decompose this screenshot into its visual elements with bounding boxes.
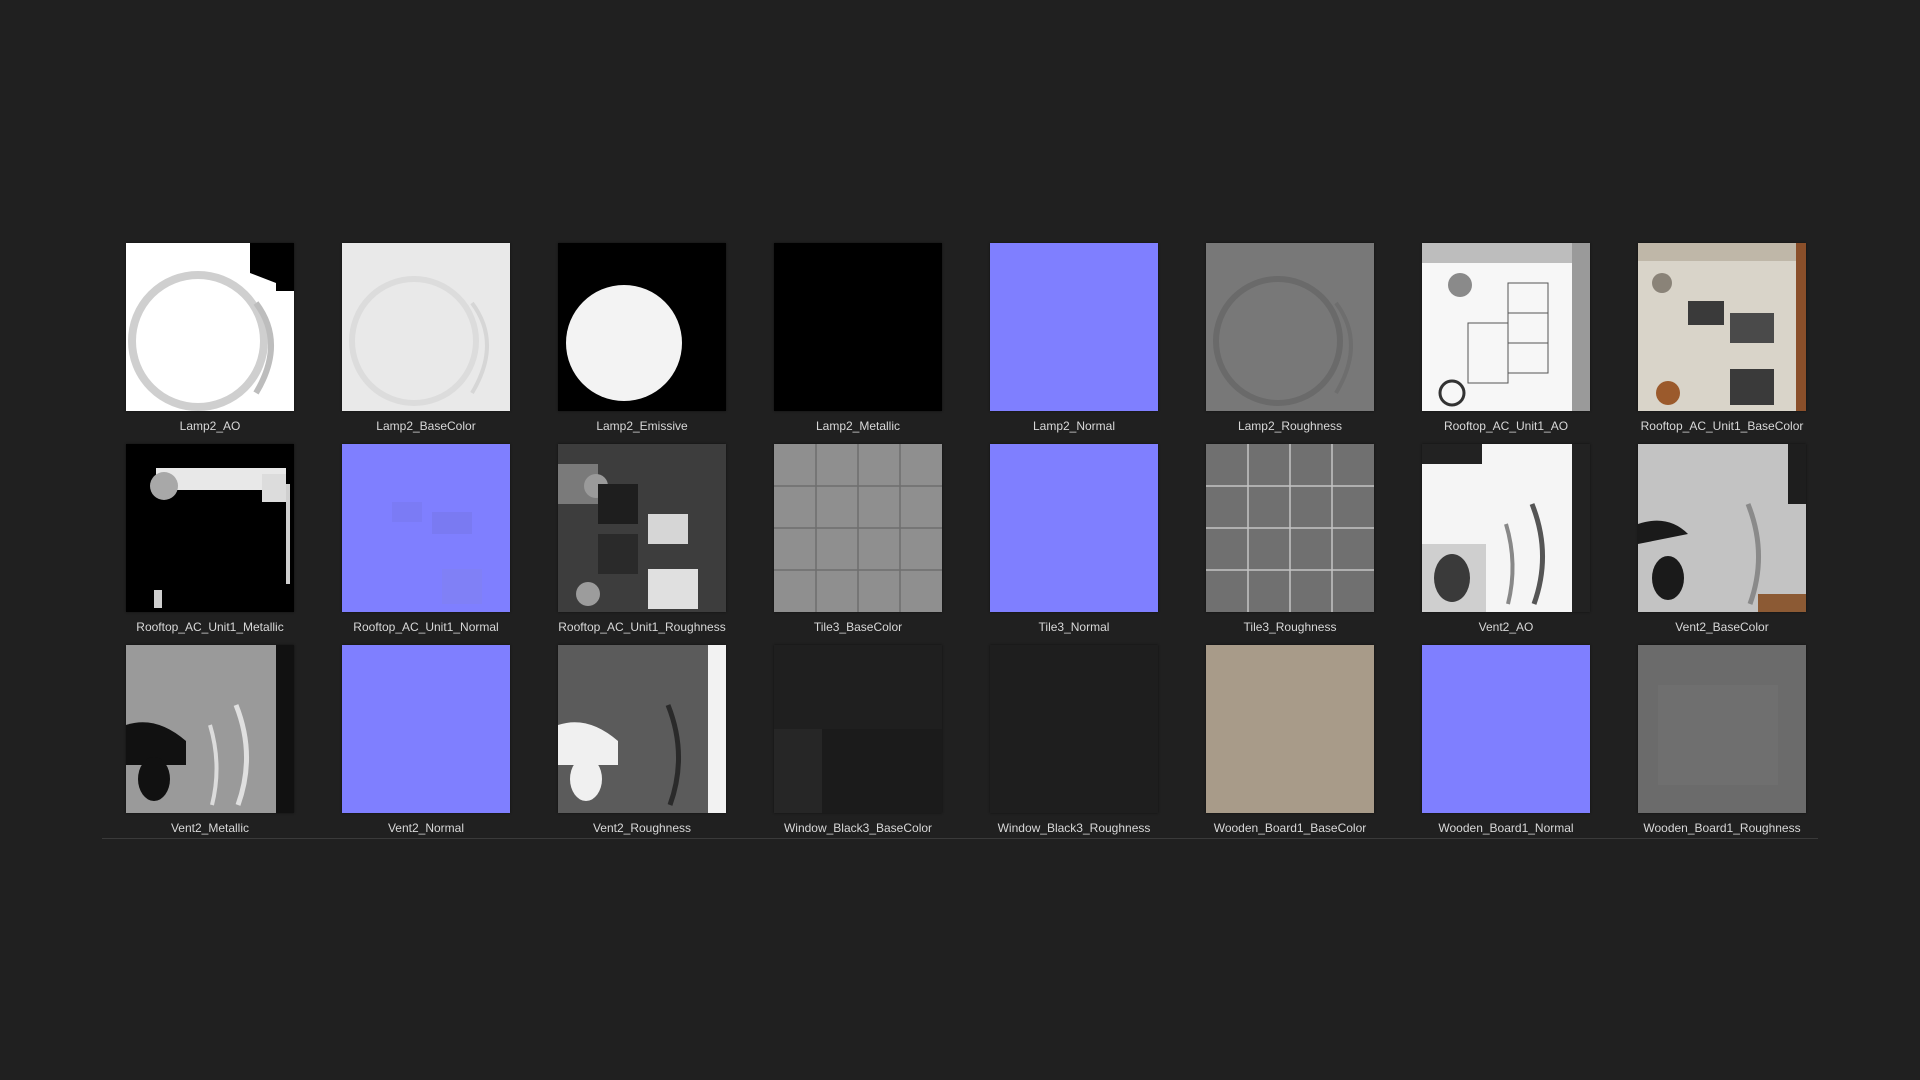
texture-thumbnail[interactable]	[558, 444, 726, 612]
texture-thumbnail[interactable]	[990, 645, 1158, 813]
thumbnail-grid: Lamp2_AO Lamp2_BaseColor Lamp2_Emissive Lam…	[102, 235, 1818, 838]
texture-thumbnail[interactable]	[342, 645, 510, 813]
file-tile[interactable]: Vent2_Metallic	[102, 637, 318, 838]
file-tile[interactable]: Lamp2_Metallic	[750, 235, 966, 436]
texture-thumbnail[interactable]	[342, 243, 510, 411]
texture-thumbnail[interactable]	[990, 243, 1158, 411]
texture-thumbnail[interactable]	[1206, 444, 1374, 612]
file-name-label: Vent2_BaseColor	[1675, 620, 1769, 634]
file-name-label: Lamp2_Normal	[1032, 419, 1116, 433]
file-tile[interactable]: Rooftop_AC_Unit1_Metallic	[102, 436, 318, 637]
file-name-label: Tile3_BaseColor	[813, 620, 903, 634]
file-name-label: Rooftop_AC_Unit1_Normal	[353, 620, 499, 634]
file-name-label: Rooftop_AC_Unit1_Roughness	[558, 620, 726, 634]
file-name-label: Window_Black3_BaseColor	[783, 821, 933, 835]
file-name-label: Vent2_Roughness	[592, 821, 692, 835]
file-tile[interactable]: Wooden_Board1_BaseColor	[1182, 637, 1398, 838]
texture-thumbnail[interactable]	[774, 645, 942, 813]
file-tile[interactable]: Tile3_Roughness	[1182, 436, 1398, 637]
file-tile[interactable]: Lamp2_Emissive	[534, 235, 750, 436]
file-name-label: Wooden_Board1_Roughness	[1643, 821, 1801, 835]
file-tile[interactable]: Lamp2_Roughness	[1182, 235, 1398, 436]
texture-thumbnail[interactable]	[1422, 645, 1590, 813]
file-tile[interactable]: Lamp2_BaseColor	[318, 235, 534, 436]
file-tile[interactable]: Window_Black3_Roughness	[966, 637, 1182, 838]
file-tile[interactable]: Wooden_Board1_Roughness	[1614, 637, 1830, 838]
file-tile[interactable]: Rooftop_AC_Unit1_AO	[1398, 235, 1614, 436]
texture-thumbnail[interactable]	[990, 444, 1158, 612]
file-name-label: Lamp2_Roughness	[1237, 419, 1343, 433]
file-tile[interactable]: Rooftop_AC_Unit1_BaseColor	[1614, 235, 1830, 436]
file-tile[interactable]: Wooden_Board1_Normal	[1398, 637, 1614, 838]
texture-thumbnail[interactable]	[126, 444, 294, 612]
texture-thumbnail[interactable]	[774, 444, 942, 612]
file-tile[interactable]: Rooftop_AC_Unit1_Roughness	[534, 436, 750, 637]
texture-thumbnail[interactable]	[1422, 444, 1590, 612]
file-name-label: Vent2_AO	[1478, 620, 1534, 634]
texture-thumbnail[interactable]	[1422, 243, 1590, 411]
file-name-label: Tile3_Normal	[1038, 620, 1110, 634]
file-name-label: Rooftop_AC_Unit1_Metallic	[136, 620, 284, 634]
texture-thumbnail[interactable]	[342, 444, 510, 612]
file-tile[interactable]: Vent2_Roughness	[534, 637, 750, 838]
texture-thumbnail[interactable]	[1638, 645, 1806, 813]
file-name-label: Rooftop_AC_Unit1_AO	[1443, 419, 1569, 433]
file-tile[interactable]: Vent2_AO	[1398, 436, 1614, 637]
divider-line	[102, 838, 1818, 839]
texture-thumbnail[interactable]	[1206, 243, 1374, 411]
file-name-label: Rooftop_AC_Unit1_BaseColor	[1640, 419, 1804, 433]
file-tile[interactable]: Tile3_Normal	[966, 436, 1182, 637]
file-tile[interactable]: Window_Black3_BaseColor	[750, 637, 966, 838]
texture-thumbnail[interactable]	[126, 243, 294, 411]
file-tile[interactable]: Vent2_Normal	[318, 637, 534, 838]
file-name-label: Window_Black3_Roughness	[997, 821, 1151, 835]
file-name-label: Lamp2_Emissive	[596, 419, 688, 433]
texture-thumbnail[interactable]	[558, 645, 726, 813]
file-name-label: Lamp2_Metallic	[815, 419, 901, 433]
file-name-label: Lamp2_AO	[179, 419, 241, 433]
file-name-label: Vent2_Normal	[387, 821, 465, 835]
texture-thumbnail[interactable]	[1638, 243, 1806, 411]
file-name-label: Wooden_Board1_Normal	[1438, 821, 1574, 835]
file-tile[interactable]: Rooftop_AC_Unit1_Normal	[318, 436, 534, 637]
texture-thumbnail[interactable]	[774, 243, 942, 411]
texture-thumbnail[interactable]	[1638, 444, 1806, 612]
file-tile[interactable]: Lamp2_Normal	[966, 235, 1182, 436]
file-tile[interactable]: Lamp2_AO	[102, 235, 318, 436]
file-name-label: Tile3_Roughness	[1243, 620, 1337, 634]
texture-thumbnail[interactable]	[558, 243, 726, 411]
file-name-label: Wooden_Board1_BaseColor	[1213, 821, 1367, 835]
file-tile[interactable]: Tile3_BaseColor	[750, 436, 966, 637]
file-name-label: Lamp2_BaseColor	[376, 419, 476, 433]
file-tile[interactable]: Vent2_BaseColor	[1614, 436, 1830, 637]
texture-thumbnail[interactable]	[126, 645, 294, 813]
file-browser-view: Lamp2_AO Lamp2_BaseColor Lamp2_Emissive Lam…	[0, 0, 1920, 1080]
file-name-label: Vent2_Metallic	[170, 821, 250, 835]
texture-thumbnail[interactable]	[1206, 645, 1374, 813]
